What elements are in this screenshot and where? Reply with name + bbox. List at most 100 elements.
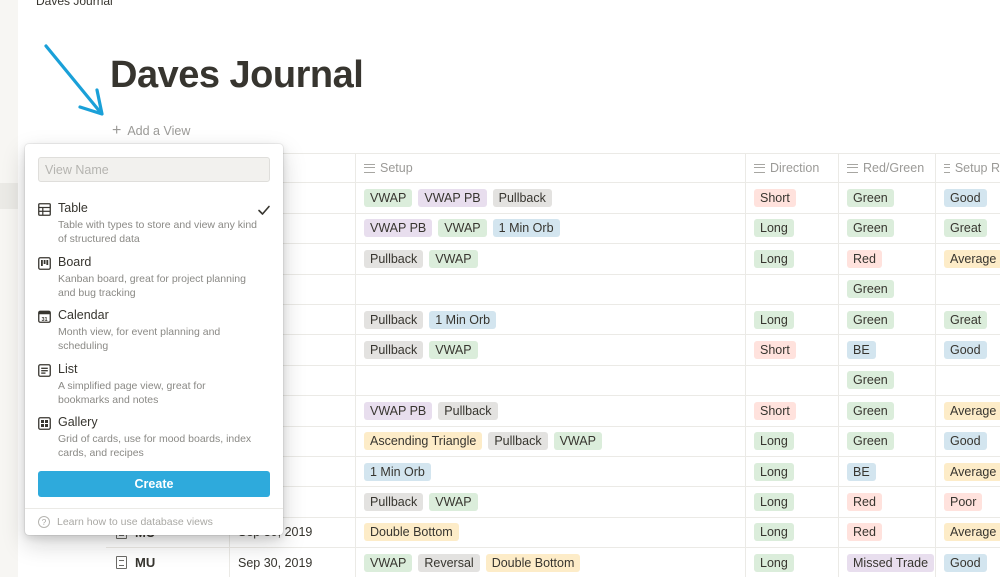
- tag[interactable]: 1 Min Orb: [364, 462, 431, 481]
- tag[interactable]: Pullback: [364, 249, 424, 268]
- header-setup-rating[interactable]: Setup R: [936, 154, 1000, 182]
- tag[interactable]: Good: [944, 189, 987, 208]
- header-setup[interactable]: Setup: [356, 154, 746, 183]
- cell-setup-rating[interactable]: [936, 275, 1000, 304]
- tag[interactable]: 1 Min Orb: [429, 310, 497, 329]
- tag[interactable]: Average: [944, 462, 1000, 481]
- cell-direction[interactable]: Long: [746, 517, 839, 548]
- cell-direction[interactable]: Long: [746, 457, 839, 487]
- cell-setup-rating[interactable]: Great: [936, 214, 1000, 243]
- tag[interactable]: BE: [847, 462, 876, 481]
- tag[interactable]: Ascending Triangle: [364, 432, 483, 451]
- tag[interactable]: VWAP PB: [364, 401, 433, 420]
- tag[interactable]: VWAP: [429, 493, 478, 512]
- tag[interactable]: Pullback: [364, 493, 424, 512]
- cell-setup[interactable]: VWAP PB Pullback: [356, 396, 746, 426]
- view-option-calendar[interactable]: 31 Calendar Month view, for event planning…: [25, 302, 283, 355]
- table-row[interactable]: MU Sep 30, 2019 VWAP Reversal Double Bottom L…: [106, 548, 1000, 577]
- cell-name[interactable]: MU: [106, 548, 230, 577]
- tag[interactable]: Green: [847, 310, 894, 329]
- cell-red-green[interactable]: Green: [839, 213, 936, 244]
- tag[interactable]: Pullback: [438, 401, 498, 420]
- tag[interactable]: Red: [847, 523, 882, 542]
- tag[interactable]: Good: [944, 432, 987, 451]
- tag[interactable]: Red: [847, 249, 882, 268]
- cell-red-green[interactable]: BE: [839, 335, 936, 365]
- add-view-button[interactable]: + Add a View: [112, 123, 190, 139]
- cell-setup-rating[interactable]: Average: [936, 396, 1000, 425]
- cell-red-green[interactable]: Green: [839, 183, 936, 213]
- tag[interactable]: BE: [847, 341, 876, 360]
- cell-setup[interactable]: VWAP Reversal Double Bottom: [356, 548, 746, 577]
- tag[interactable]: Missed Trade: [847, 553, 935, 572]
- cell-direction[interactable]: Long: [746, 305, 839, 335]
- tag[interactable]: Short: [754, 401, 796, 420]
- cell-setup[interactable]: VWAP VWAP PB Pullback: [356, 183, 746, 213]
- cell-setup-rating[interactable]: [936, 366, 1000, 395]
- tag[interactable]: VWAP: [364, 189, 413, 208]
- cell-setup[interactable]: Pullback 1 Min Orb: [356, 305, 746, 335]
- cell-setup[interactable]: 1 Min Orb: [356, 457, 746, 487]
- tag[interactable]: Average: [944, 401, 1000, 420]
- tag[interactable]: Green: [847, 189, 894, 208]
- cell-red-green[interactable]: BE: [839, 457, 936, 487]
- cell-red-green[interactable]: Green: [839, 426, 936, 456]
- tag[interactable]: Long: [754, 219, 794, 238]
- cell-red-green[interactable]: Green: [839, 274, 936, 304]
- tag[interactable]: VWAP PB: [364, 219, 433, 238]
- cell-direction[interactable]: Short: [746, 396, 839, 426]
- cell-setup[interactable]: [356, 365, 746, 396]
- cell-setup[interactable]: Pullback VWAP: [356, 244, 746, 274]
- header-direction[interactable]: Direction: [746, 154, 839, 183]
- tag[interactable]: Average: [944, 249, 1000, 268]
- cell-direction[interactable]: [746, 274, 839, 304]
- tag[interactable]: Good: [944, 553, 987, 572]
- view-option-board[interactable]: Board Kanban board, great for project pla…: [25, 249, 283, 302]
- cell-setup-rating[interactable]: Good: [936, 335, 1000, 364]
- view-option-gallery[interactable]: Gallery Grid of cards, use for mood board…: [25, 409, 283, 462]
- cell-red-green[interactable]: Green: [839, 305, 936, 335]
- tag[interactable]: Pullback: [364, 341, 424, 360]
- header-red-green[interactable]: Red/Green: [839, 154, 936, 183]
- cell-direction[interactable]: Long: [746, 548, 839, 577]
- cell-direction[interactable]: Long: [746, 426, 839, 456]
- cell-setup[interactable]: Double Bottom: [356, 517, 746, 548]
- cell-direction[interactable]: Long: [746, 487, 839, 517]
- tag[interactable]: Green: [847, 401, 894, 420]
- view-name-input[interactable]: [38, 157, 270, 182]
- tag[interactable]: Red: [847, 493, 882, 512]
- tag[interactable]: VWAP: [438, 219, 487, 238]
- tag[interactable]: VWAP PB: [418, 189, 487, 208]
- cell-setup-rating[interactable]: Poor: [936, 487, 1000, 516]
- tag[interactable]: VWAP: [364, 553, 413, 572]
- cell-direction[interactable]: Long: [746, 213, 839, 244]
- tag[interactable]: 1 Min Orb: [492, 219, 560, 238]
- sidebar-selected-item[interactable]: [0, 183, 18, 209]
- view-option-list[interactable]: List A simplified page view, great for bo…: [25, 356, 283, 409]
- cell-setup[interactable]: Pullback VWAP: [356, 335, 746, 365]
- cell-red-green[interactable]: Red: [839, 487, 936, 517]
- create-button[interactable]: Create: [38, 471, 270, 497]
- cell-setup-rating[interactable]: Great: [936, 305, 1000, 334]
- tag[interactable]: Long: [754, 432, 794, 451]
- cell-direction[interactable]: Short: [746, 335, 839, 365]
- tag[interactable]: Poor: [944, 493, 983, 512]
- cell-setup-rating[interactable]: Good: [936, 183, 1000, 212]
- tag[interactable]: Green: [847, 219, 894, 238]
- cell-direction[interactable]: [746, 365, 839, 396]
- cell-setup[interactable]: VWAP PB VWAP 1 Min Orb: [356, 213, 746, 244]
- cell-setup-rating[interactable]: Average: [936, 457, 1000, 486]
- tag[interactable]: VWAP: [429, 341, 478, 360]
- cell-red-green[interactable]: Red: [839, 517, 936, 548]
- tag[interactable]: VWAP: [553, 432, 602, 451]
- tag[interactable]: Long: [754, 523, 794, 542]
- tag[interactable]: Long: [754, 493, 794, 512]
- tag[interactable]: Pullback: [488, 432, 548, 451]
- tag[interactable]: Double Bottom: [364, 523, 459, 542]
- cell-setup-rating[interactable]: Average: [936, 244, 1000, 273]
- tag[interactable]: Pullback: [364, 310, 424, 329]
- tag[interactable]: Long: [754, 462, 794, 481]
- cell-setup[interactable]: [356, 274, 746, 304]
- cell-setup[interactable]: Ascending Triangle Pullback VWAP: [356, 426, 746, 456]
- tag[interactable]: Good: [944, 341, 987, 360]
